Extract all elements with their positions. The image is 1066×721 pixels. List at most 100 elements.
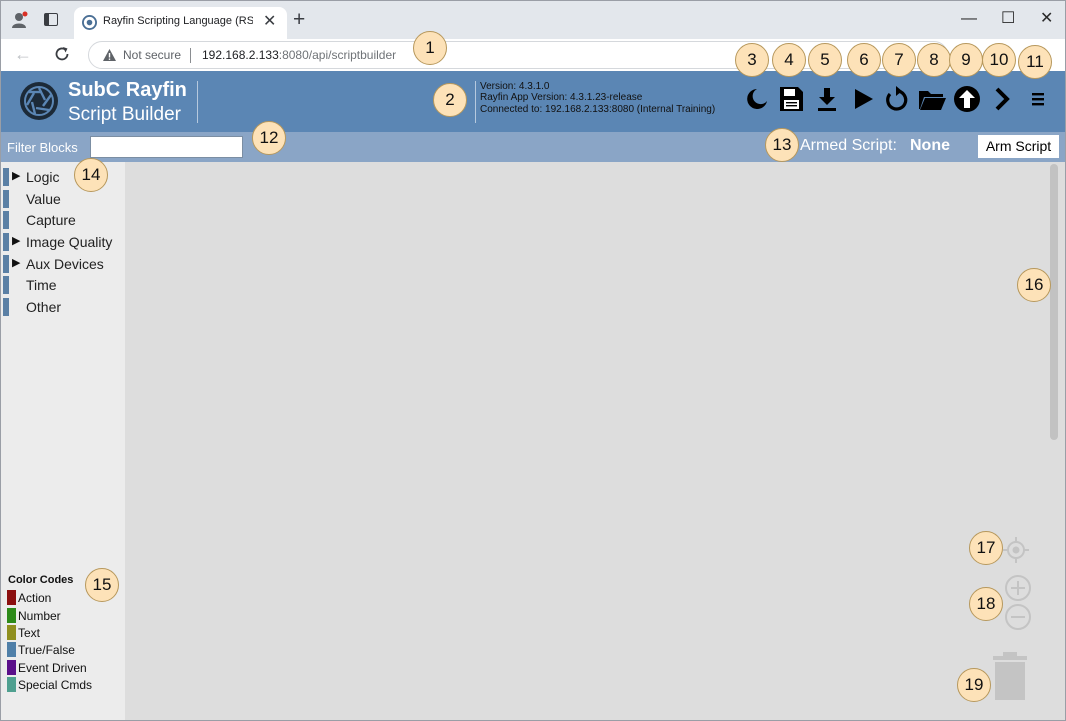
callout-marker: 5 [808,43,842,77]
callout-marker: 9 [949,43,983,77]
color-swatch [7,677,16,692]
filter-blocks-input[interactable] [90,136,243,158]
callout-marker: 13 [765,128,799,162]
callout-marker: 2 [433,83,467,117]
version-text: Version: 4.3.1.0 [480,81,550,92]
category-label: Aux Devices [26,256,104,272]
category-value[interactable]: Value [1,188,125,208]
filter-bar: Filter Blocks Armed Script: None Arm Scr… [1,132,1065,162]
header-divider [475,81,476,123]
callout-marker: 15 [85,568,119,602]
dark-mode-moon-icon[interactable] [740,83,772,115]
download-icon[interactable] [811,83,843,115]
url-host: 192.168.2.133 [202,48,279,62]
browser-reload-icon[interactable] [53,45,71,63]
callout-marker: 1 [413,31,447,65]
warning-icon [103,49,116,61]
category-label: Value [26,191,61,207]
zoom-out-icon[interactable] [1004,603,1032,631]
run-play-icon[interactable] [847,83,879,115]
expand-arrow-icon[interactable]: ▶ [12,256,20,269]
callout-marker: 11 [1018,45,1052,79]
save-floppy-icon[interactable] [775,83,807,115]
tab-strip: Rayfin Scripting Language (RSL) - ✕ + — … [1,1,1065,39]
color-code-label: Event Driven [18,661,87,675]
zoom-in-icon[interactable] [1004,574,1032,602]
category-label: Image Quality [26,234,113,250]
category-color-bar [3,298,9,316]
color-code-label: True/False [18,643,75,657]
new-tab-button[interactable]: + [293,8,305,32]
url-text: 192.168.2.133:8080/api/scriptbuilder [202,48,396,62]
block-category-sidebar: ▶ Logic Value Capture ▶ Image Quality ▶ … [1,162,125,720]
app-title: SubC Rayfin [68,79,187,101]
callout-marker: 17 [969,531,1003,565]
app-version-text: Rayfin App Version: 4.3.1.23-release [480,92,643,103]
callout-marker: 18 [969,587,1003,621]
callout-marker: 3 [735,43,769,77]
color-code-label: Text [18,626,41,640]
callout-marker: 16 [1017,268,1051,302]
category-color-bar [3,255,9,273]
category-capture[interactable]: Capture [1,209,125,229]
open-folder-icon[interactable] [916,83,948,115]
category-color-bar [3,276,9,294]
category-image-quality[interactable]: ▶ Image Quality [1,231,125,251]
category-color-bar [3,211,9,229]
callout-marker: 14 [74,158,108,192]
header-divider [197,81,198,123]
reload-icon[interactable] [881,83,913,115]
recenter-icon[interactable] [1002,536,1030,564]
category-label: Other [26,299,62,315]
armed-script-label: Armed Script: [800,137,897,154]
url-path: :8080/api/scriptbuilder [278,48,397,62]
callout-marker: 6 [847,43,881,77]
app-subtitle: Script Builder [68,104,181,125]
tab-actions-icon[interactable] [44,13,58,26]
filter-blocks-label: Filter Blocks [7,140,78,155]
menu-hamburger-icon[interactable] [1022,83,1054,115]
expand-arrow-icon[interactable]: ▶ [12,169,20,182]
trash-icon[interactable] [991,652,1029,702]
app-header: SubC Rayfin Script Builder Version: 4.3.… [1,71,1065,132]
color-swatch [7,625,16,640]
tab-title: Rayfin Scripting Language (RSL) - [103,15,253,27]
profile-icon[interactable] [10,11,28,29]
color-swatch [7,608,16,623]
back-button[interactable]: ← [14,44,32,64]
armed-script-value: None [910,137,950,154]
color-code-label: Action [18,591,52,605]
expand-arrow-icon[interactable]: ▶ [12,234,20,247]
color-code-label: Number [18,609,61,623]
browser-window: Rayfin Scripting Language (RSL) - ✕ + — … [0,0,1066,721]
category-color-bar [3,190,9,208]
category-label: Time [26,277,57,293]
color-code-label: Special Cmds [18,678,93,692]
color-codes-title: Color Codes [8,574,74,586]
color-swatch [7,642,16,657]
window-close-button[interactable]: ✕ [1040,10,1053,28]
tab-active[interactable]: Rayfin Scripting Language (RSL) - ✕ [74,7,287,39]
not-secure-label: Not secure [123,48,182,62]
color-swatch [7,660,16,675]
category-other[interactable]: Other [1,296,125,316]
maximize-button[interactable]: ☐ [1001,10,1015,28]
category-aux-devices[interactable]: ▶ Aux Devices [1,253,125,273]
callout-marker: 8 [917,43,951,77]
omnibox-divider [190,48,191,63]
callout-marker: 10 [982,43,1016,77]
workspace-scrollbar[interactable] [1050,164,1058,440]
next-chevron-icon[interactable] [987,83,1019,115]
arm-script-button[interactable]: Arm Script [977,134,1060,159]
rayfin-favicon-icon [82,15,97,30]
category-label: Capture [26,212,76,228]
callout-marker: 19 [957,668,991,702]
script-workspace[interactable] [125,162,1065,720]
connection-text: Connected to: 192.168.2.133:8080 (Intern… [480,104,716,115]
callout-marker: 7 [882,43,916,77]
category-color-bar [3,233,9,251]
minimize-button[interactable]: — [961,10,977,28]
category-time[interactable]: Time [1,274,125,294]
upload-arrow-icon[interactable] [951,83,983,115]
tab-close-icon[interactable]: ✕ [263,12,276,32]
